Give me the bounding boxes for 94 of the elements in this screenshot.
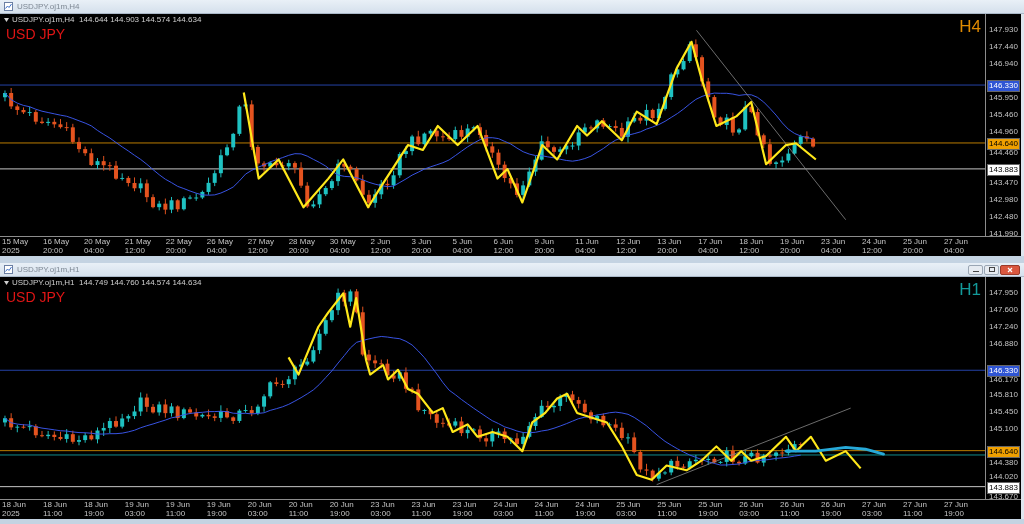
time-axis-label: 19 Jun 19:00 xyxy=(206,500,232,519)
time-axis-label: 18 Jun 11:00 xyxy=(42,500,68,519)
price-tick-label: 146.880 xyxy=(989,340,1018,349)
time-axis-label: 19 Jun 11:00 xyxy=(165,500,191,519)
price-tick-label: 145.950 xyxy=(989,94,1018,103)
timeframe-label: H4 xyxy=(959,18,981,35)
time-axis-label: 9 Jun 20:00 xyxy=(534,237,556,256)
price-tick-label: 144.960 xyxy=(989,128,1018,136)
time-axis-label: 16 May 20:00 xyxy=(42,237,71,256)
price-tick-label: 141.990 xyxy=(989,229,1018,238)
time-axis-label: 2 Jun 12:00 xyxy=(370,237,392,256)
time-axis-label: 6 Jun 12:00 xyxy=(493,237,515,256)
price-marker-label: 146.330 xyxy=(987,80,1020,93)
chart-header: USDJPY.oj1m,H1 144.749 144.760 144.574 144.634 xyxy=(12,279,202,287)
time-axis-label: 19 Jun 03:00 xyxy=(124,500,150,519)
price-tick-label: 142.480 xyxy=(989,213,1018,221)
time-axis-label: 23 Jun 03:00 xyxy=(370,500,396,519)
time-axis-label: 25 Jun 19:00 xyxy=(698,500,724,519)
price-marker-label: 143.883 xyxy=(987,163,1020,176)
time-axis-label: 27 Jun 19:00 xyxy=(943,500,969,519)
price-marker-label: 143.883 xyxy=(987,481,1020,494)
price-tick-label: 143.470 xyxy=(989,179,1018,188)
time-axis-label: 15 May 2025 xyxy=(2,237,30,256)
time-axis-label: 13 Jun 20:00 xyxy=(657,237,683,256)
time-axis-label: 26 Jun 03:00 xyxy=(739,500,765,519)
time-axis-label: 20 Jun 19:00 xyxy=(329,500,355,519)
time-axis-label: 20 Jun 11:00 xyxy=(288,500,314,519)
minimize-icon xyxy=(972,270,979,272)
time-axis-label: 5 Jun 04:00 xyxy=(452,237,474,256)
time-axis-label: 19 Jun 20:00 xyxy=(780,237,806,256)
time-axis-label: 23 Jun 11:00 xyxy=(411,500,437,519)
chart-window-icon xyxy=(4,2,13,11)
dropdown-triangle-icon[interactable] xyxy=(4,18,9,22)
price-tick-label: 146.170 xyxy=(989,376,1018,385)
time-axis-label: 25 Jun 03:00 xyxy=(616,500,642,519)
time-axis-label: 26 Jun 19:00 xyxy=(821,500,847,519)
price-tick-label: 145.450 xyxy=(989,408,1018,417)
time-axis-label: 27 Jun 04:00 xyxy=(943,237,969,256)
price-tick-label: 147.440 xyxy=(989,43,1018,51)
time-axis-label: 25 Jun 20:00 xyxy=(902,237,928,256)
window-title: USDJPY.oj1m,H1 xyxy=(17,263,80,276)
price-tick-label: 145.810 xyxy=(989,391,1018,399)
price-tick-label: 147.600 xyxy=(989,305,1018,314)
time-axis-label: 25 Jun 11:00 xyxy=(657,500,683,519)
time-axis-label: 27 Jun 03:00 xyxy=(862,500,888,519)
timeframe-label: H1 xyxy=(959,281,981,298)
price-tick-label: 142.980 xyxy=(989,195,1018,204)
time-axis-label: 21 May 12:00 xyxy=(124,237,153,256)
time-axis-label: 24 Jun 19:00 xyxy=(575,500,601,519)
time-axis-label: 22 May 20:00 xyxy=(165,237,194,256)
time-axis-label: 20 Jun 03:00 xyxy=(247,500,273,519)
time-axis-label: 27 May 12:00 xyxy=(247,237,275,256)
time-axis-label: 24 Jun 11:00 xyxy=(534,500,560,519)
time-axis-label: 11 Jun 04:00 xyxy=(575,237,600,256)
time-axis-label: 27 Jun 11:00 xyxy=(902,500,928,519)
time-axis-label: 28 May 20:00 xyxy=(288,237,316,256)
time-axis-label: 17 Jun 04:00 xyxy=(698,237,724,256)
price-tick-label: 147.240 xyxy=(989,322,1018,331)
price-tick-label: 145.460 xyxy=(989,110,1018,119)
symbol-label: USD JPY xyxy=(6,290,66,304)
maximize-icon xyxy=(988,267,995,272)
price-marker-label: 144.640 xyxy=(987,445,1020,458)
symbol-label: USD JPY xyxy=(6,27,66,41)
time-axis-label: 30 May 04:00 xyxy=(329,237,357,256)
time-axis-label: 24 Jun 03:00 xyxy=(493,500,519,519)
chart-window-icon xyxy=(4,265,13,274)
price-marker-label: 144.640 xyxy=(987,137,1020,150)
price-tick-label: 143.670 xyxy=(989,492,1018,501)
price-tick-label: 144.460 xyxy=(989,148,1018,157)
price-tick-label: 144.380 xyxy=(989,459,1018,467)
chart-header: USDJPY.oj1m,H4 144.644 144.903 144.574 144.634 xyxy=(12,16,202,24)
price-tick-label: 147.930 xyxy=(989,26,1018,35)
time-axis-label: 20 May 04:00 xyxy=(83,237,112,256)
price-tick-label: 147.950 xyxy=(989,289,1018,298)
time-axis-label: 18 Jun 12:00 xyxy=(739,237,765,256)
time-axis-label: 18 Jun 19:00 xyxy=(83,500,109,519)
close-icon xyxy=(1007,266,1013,273)
window-title: USDJPY.oj1m,H4 xyxy=(17,0,80,13)
time-axis-label: 26 May 04:00 xyxy=(206,237,234,256)
time-axis-label: 24 Jun 12:00 xyxy=(862,237,888,256)
price-tick-label: 144.020 xyxy=(989,472,1018,481)
time-axis-label: 3 Jun 20:00 xyxy=(411,237,433,256)
close-button[interactable] xyxy=(1000,264,1020,275)
dropdown-triangle-icon[interactable] xyxy=(4,281,9,285)
time-axis-label: 23 Jun 04:00 xyxy=(821,237,847,256)
time-axis-label: 12 Jun 12:00 xyxy=(616,237,642,256)
time-axis-label: 26 Jun 11:00 xyxy=(780,500,806,519)
minimize-button[interactable] xyxy=(968,264,983,275)
time-axis-label: 18 Jun 2025 xyxy=(2,500,28,519)
time-axis-label: 23 Jun 19:00 xyxy=(452,500,478,519)
price-marker-label: 146.330 xyxy=(987,365,1020,378)
maximize-button[interactable] xyxy=(984,264,999,275)
price-tick-label: 145.100 xyxy=(989,424,1018,433)
price-tick-label: 146.940 xyxy=(989,60,1018,69)
